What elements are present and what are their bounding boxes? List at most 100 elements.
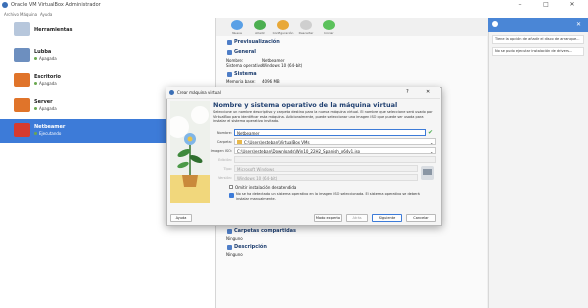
vm-name: Netbeamer	[34, 124, 66, 130]
toolbar-label: Añadir	[255, 31, 265, 35]
tools-label: Herramientas	[34, 27, 73, 33]
preview-heading: Previsualización	[234, 39, 280, 45]
window-title: Oracle VM VirtualBox Administrador	[11, 2, 101, 8]
os-logo-icon	[423, 169, 432, 175]
description-heading: Descripción	[234, 244, 267, 250]
system-row-memory-key: Memoria base:	[226, 79, 256, 84]
folder-select-value: C:\Users\esteban\VirtualBox VMs	[244, 140, 310, 145]
valid-check-icon: ✔	[428, 129, 434, 136]
minimize-button[interactable]: –	[510, 1, 530, 10]
state-dot-icon	[34, 57, 37, 60]
iso-detection-note: No se ha detectado un sistema operativo …	[236, 192, 420, 201]
tools-item[interactable]: Herramientas	[0, 18, 215, 42]
vm-os-icon	[14, 98, 30, 112]
dialog-close-button[interactable]: ✕	[426, 89, 430, 95]
vm-state-label: Ejecutando	[39, 131, 62, 136]
vm-item[interactable]: Lubba Apagada	[0, 44, 215, 68]
menu-bar: Archivo Máquina Ayuda	[0, 11, 588, 18]
folder-icon	[237, 140, 242, 144]
edition-select	[234, 156, 436, 163]
folder-label: Carpeta:	[216, 140, 232, 144]
shared-folders-icon	[227, 229, 232, 234]
close-button[interactable]: ✕	[562, 1, 582, 10]
dialog-title-bar: Crear máquina virtual ? ✕	[166, 87, 440, 99]
notification-center	[488, 18, 588, 308]
start-icon	[323, 20, 335, 30]
type-select-value: Microsoft Windows	[237, 167, 275, 172]
help-button[interactable]: Ayuda	[170, 214, 192, 222]
settings-icon	[277, 20, 289, 30]
type-label: Tipo:	[223, 167, 232, 171]
virtualbox-app-icon	[2, 2, 8, 8]
shared-folders-none: Ninguno	[226, 236, 243, 241]
vm-state: Apagada	[34, 81, 57, 86]
menu-machine[interactable]: Máquina	[20, 12, 37, 17]
system-icon	[227, 72, 232, 77]
toolbar-settings-button[interactable]: Configuración	[272, 20, 294, 35]
state-dot-icon	[34, 82, 37, 85]
general-row-os-key: Sistema operativo:	[226, 63, 264, 68]
notification-item[interactable]: No se pudo ejecutar instalación de drive…	[492, 47, 584, 56]
toolbar-add-button[interactable]: Añadir	[249, 20, 271, 35]
vm-os-icon	[14, 73, 30, 87]
toolbar-label: Descartar	[298, 31, 314, 35]
preview-icon	[227, 40, 232, 45]
iso-label: Imagen ISO:	[210, 149, 232, 153]
general-heading: General	[234, 49, 256, 55]
state-dot-icon	[34, 107, 37, 110]
name-input[interactable]: Netbeamer	[234, 129, 426, 136]
info-icon	[229, 193, 234, 198]
bell-icon	[492, 21, 498, 27]
notification-close-icon[interactable]: ✕	[576, 21, 581, 28]
menu-help[interactable]: Ayuda	[40, 12, 52, 17]
version-select: Windows 10 (64-bit)	[234, 174, 418, 181]
vm-state-label: Apagada	[39, 81, 57, 86]
toolbar-new-button[interactable]: Nueva	[226, 20, 248, 35]
system-heading: Sistema	[234, 71, 257, 77]
menu-file[interactable]: Archivo	[4, 12, 19, 17]
vm-os-icon	[14, 48, 30, 62]
dialog-app-icon	[169, 90, 174, 95]
vm-state: Ejecutando	[34, 131, 61, 136]
iso-select[interactable]: C:\Users\esteban\Downloads\Win10_22H2_Sp…	[234, 147, 436, 154]
toolbar-label: Configuración	[272, 31, 294, 35]
dialog-title: Crear máquina virtual	[177, 90, 221, 95]
type-select: Microsoft Windows	[234, 165, 418, 172]
name-label: Nombre:	[216, 131, 232, 135]
chevron-down-icon: ⌄	[430, 149, 434, 154]
shared-folders-heading: Carpetas compartidas	[234, 228, 297, 234]
skip-unattended-checkbox[interactable]	[229, 185, 233, 189]
iso-select-value: C:\Users\esteban\Downloads\Win10_22H2_Sp…	[237, 149, 361, 154]
notification-item[interactable]: Tiene la opción de añadir el disco de ar…	[492, 35, 584, 44]
toolbar-discard-button[interactable]: Descartar	[295, 20, 317, 35]
vm-state: Apagada	[34, 56, 57, 61]
state-dot-icon	[34, 132, 37, 135]
vm-state-label: Apagada	[39, 56, 57, 61]
cancel-button[interactable]: Cancelar	[406, 214, 436, 222]
folder-select[interactable]: C:\Users\esteban\VirtualBox VMs ⌄	[234, 138, 436, 145]
dialog-heading: Nombre y sistema operativo de la máquina…	[213, 101, 398, 109]
back-button[interactable]: Atrás	[346, 214, 368, 222]
description-icon	[227, 245, 232, 250]
next-button[interactable]: Siguiente	[372, 214, 402, 222]
toolbar-start-button[interactable]: Iniciar	[318, 20, 340, 35]
new-icon	[231, 20, 243, 30]
name-input-value: Netbeamer	[237, 131, 260, 136]
version-select-value: Windows 10 (64-bit)	[237, 176, 278, 181]
toolbar-label: Nueva	[232, 31, 242, 35]
discard-icon	[300, 20, 312, 30]
os-type-icon	[421, 166, 434, 180]
vm-os-icon	[14, 123, 30, 137]
add-icon	[254, 20, 266, 30]
toolbar-label: Iniciar	[324, 31, 334, 35]
dialog-help-button[interactable]: ?	[406, 89, 409, 95]
system-row-memory-value: 4096 MB	[262, 79, 280, 84]
general-row-os-value: Windows 10 (64-bit)	[262, 63, 303, 68]
tools-icon	[14, 22, 30, 36]
vm-state: Apagada	[34, 106, 57, 111]
expert-mode-button[interactable]: Modo experto	[314, 214, 342, 222]
chevron-down-icon: ⌄	[430, 140, 434, 145]
notification-header: ✕	[488, 18, 588, 32]
general-icon	[227, 50, 232, 55]
maximize-button[interactable]: □	[536, 1, 556, 10]
